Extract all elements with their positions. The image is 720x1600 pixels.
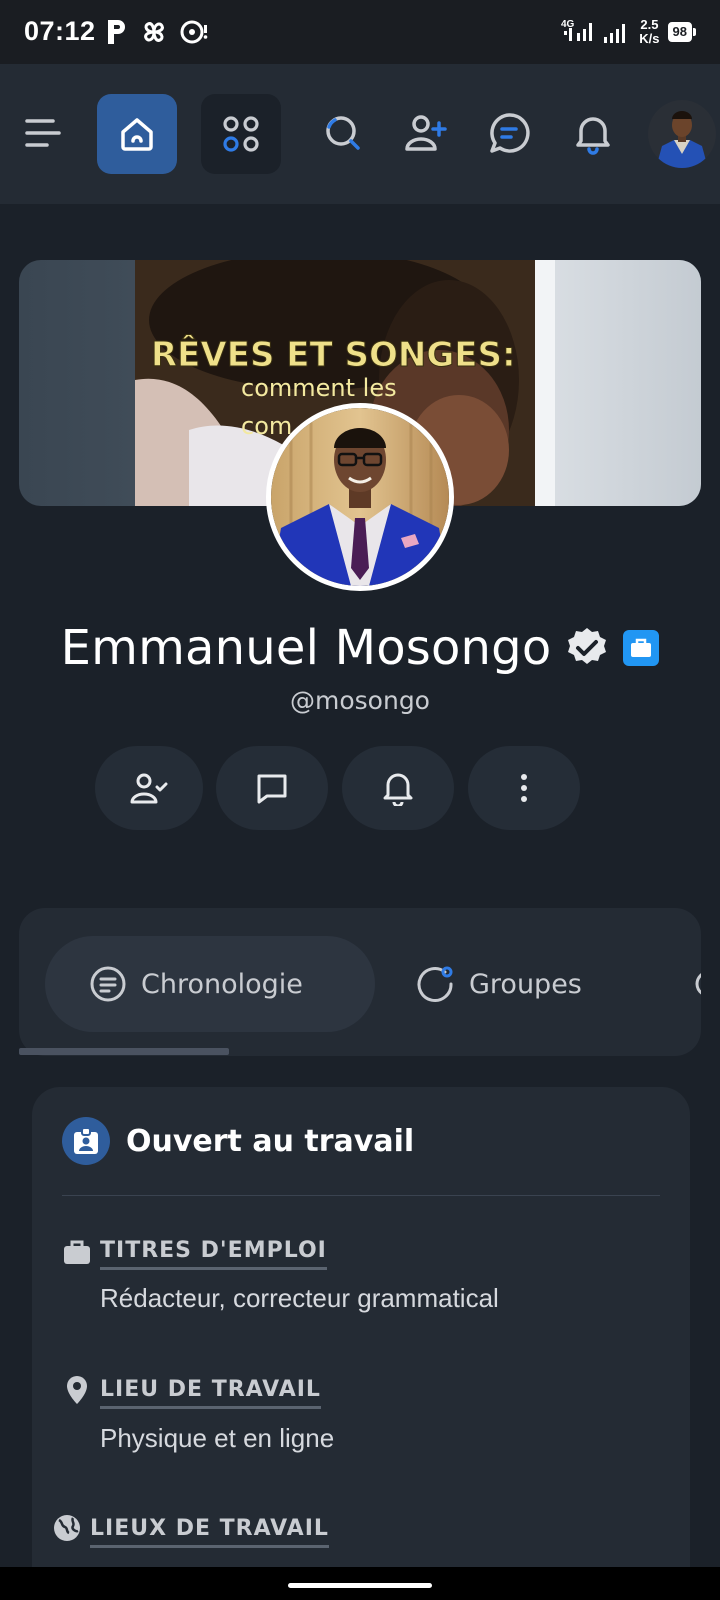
svg-text:4G: 4G — [561, 19, 575, 30]
tab-label: Chronologie — [141, 968, 303, 1000]
battery-level: 98 — [667, 22, 692, 42]
tab-chronologie[interactable]: Chronologie — [89, 936, 303, 1032]
field-value-workplace: Physique et en ligne — [100, 1423, 335, 1453]
apps-icon — [223, 116, 259, 152]
app-header — [0, 64, 720, 204]
timeline-icon — [90, 966, 126, 1002]
field-value-job-titles: Rédacteur, correcteur grammatical — [100, 1283, 499, 1313]
field-label-workplaces: LIEUX DE TRAVAIL — [90, 1516, 329, 1548]
location-pin-icon — [62, 1375, 92, 1405]
tabs-scroll-indicator — [19, 1048, 229, 1055]
open-to-work-title: Ouvert au travail — [126, 1123, 415, 1159]
net-speed: 2.5 K/s — [639, 17, 660, 46]
profile-picture[interactable] — [266, 403, 454, 591]
music-app-icon — [180, 20, 208, 44]
svg-text:comment les: comment les — [241, 374, 397, 402]
more-vertical-icon — [521, 774, 527, 802]
verified-badge-icon — [568, 628, 607, 664]
more-options-button[interactable] — [468, 746, 580, 830]
profile-tabs: Chronologie Groupes — [19, 908, 701, 1056]
tab-label: Groupes — [469, 968, 582, 1000]
messages-icon[interactable] — [484, 108, 534, 158]
battery-icon: 98 — [667, 22, 696, 42]
home-gesture-handle[interactable] — [288, 1583, 432, 1588]
pinwheel-app-icon — [144, 22, 164, 42]
avatar[interactable] — [648, 100, 716, 168]
open-to-work-badge-icon — [623, 630, 660, 666]
id-badge-icon — [62, 1117, 110, 1165]
home-button[interactable] — [97, 94, 177, 174]
open-to-work-card: Ouvert au travail TITRES D'EMPLOI Rédact… — [32, 1087, 690, 1600]
profile-name-row: Emmanuel Mosongo — [0, 612, 720, 684]
follow-button[interactable] — [95, 746, 203, 830]
home-icon — [121, 118, 153, 151]
signal-bars-icon — [604, 24, 626, 43]
profile-name: Emmanuel Mosongo — [60, 620, 552, 676]
bell-icon — [383, 773, 413, 806]
search-icon[interactable] — [318, 108, 368, 158]
open-to-work-header: Ouvert au travail — [62, 1117, 414, 1165]
field-label-workplace: LIEU DE TRAVAIL — [100, 1377, 321, 1409]
apps-button[interactable] — [201, 94, 281, 174]
divider — [62, 1195, 660, 1196]
chat-icon — [257, 774, 287, 804]
profile-handle: @mosongo — [290, 686, 430, 715]
notify-button[interactable] — [342, 746, 454, 830]
system-nav-bar — [0, 1567, 720, 1600]
status-bar: 07:12 4G 2.5 K/s 98 — [0, 0, 720, 64]
svg-text:RÊVES ET SONGES:: RÊVES ET SONGES: — [151, 334, 516, 375]
signal-4g-icon: 4G — [561, 19, 593, 41]
field-label-job-titles: TITRES D'EMPLOI — [100, 1238, 327, 1270]
user-check-icon — [130, 773, 168, 804]
briefcase-icon — [62, 1237, 92, 1267]
status-time: 07:12 — [24, 16, 96, 46]
next-tab-icon[interactable] — [689, 968, 701, 1000]
parking-app-icon — [108, 20, 125, 44]
message-button[interactable] — [216, 746, 328, 830]
svg-text:com: com — [241, 412, 292, 440]
tab-groupes[interactable]: Groupes — [415, 936, 582, 1032]
notifications-icon[interactable] — [568, 108, 618, 158]
status-right: 4G 2.5 K/s 98 — [561, 14, 696, 50]
groups-icon — [417, 966, 453, 1002]
add-user-icon[interactable] — [400, 108, 450, 158]
menu-icon[interactable] — [16, 108, 66, 158]
globe-icon — [52, 1513, 82, 1543]
